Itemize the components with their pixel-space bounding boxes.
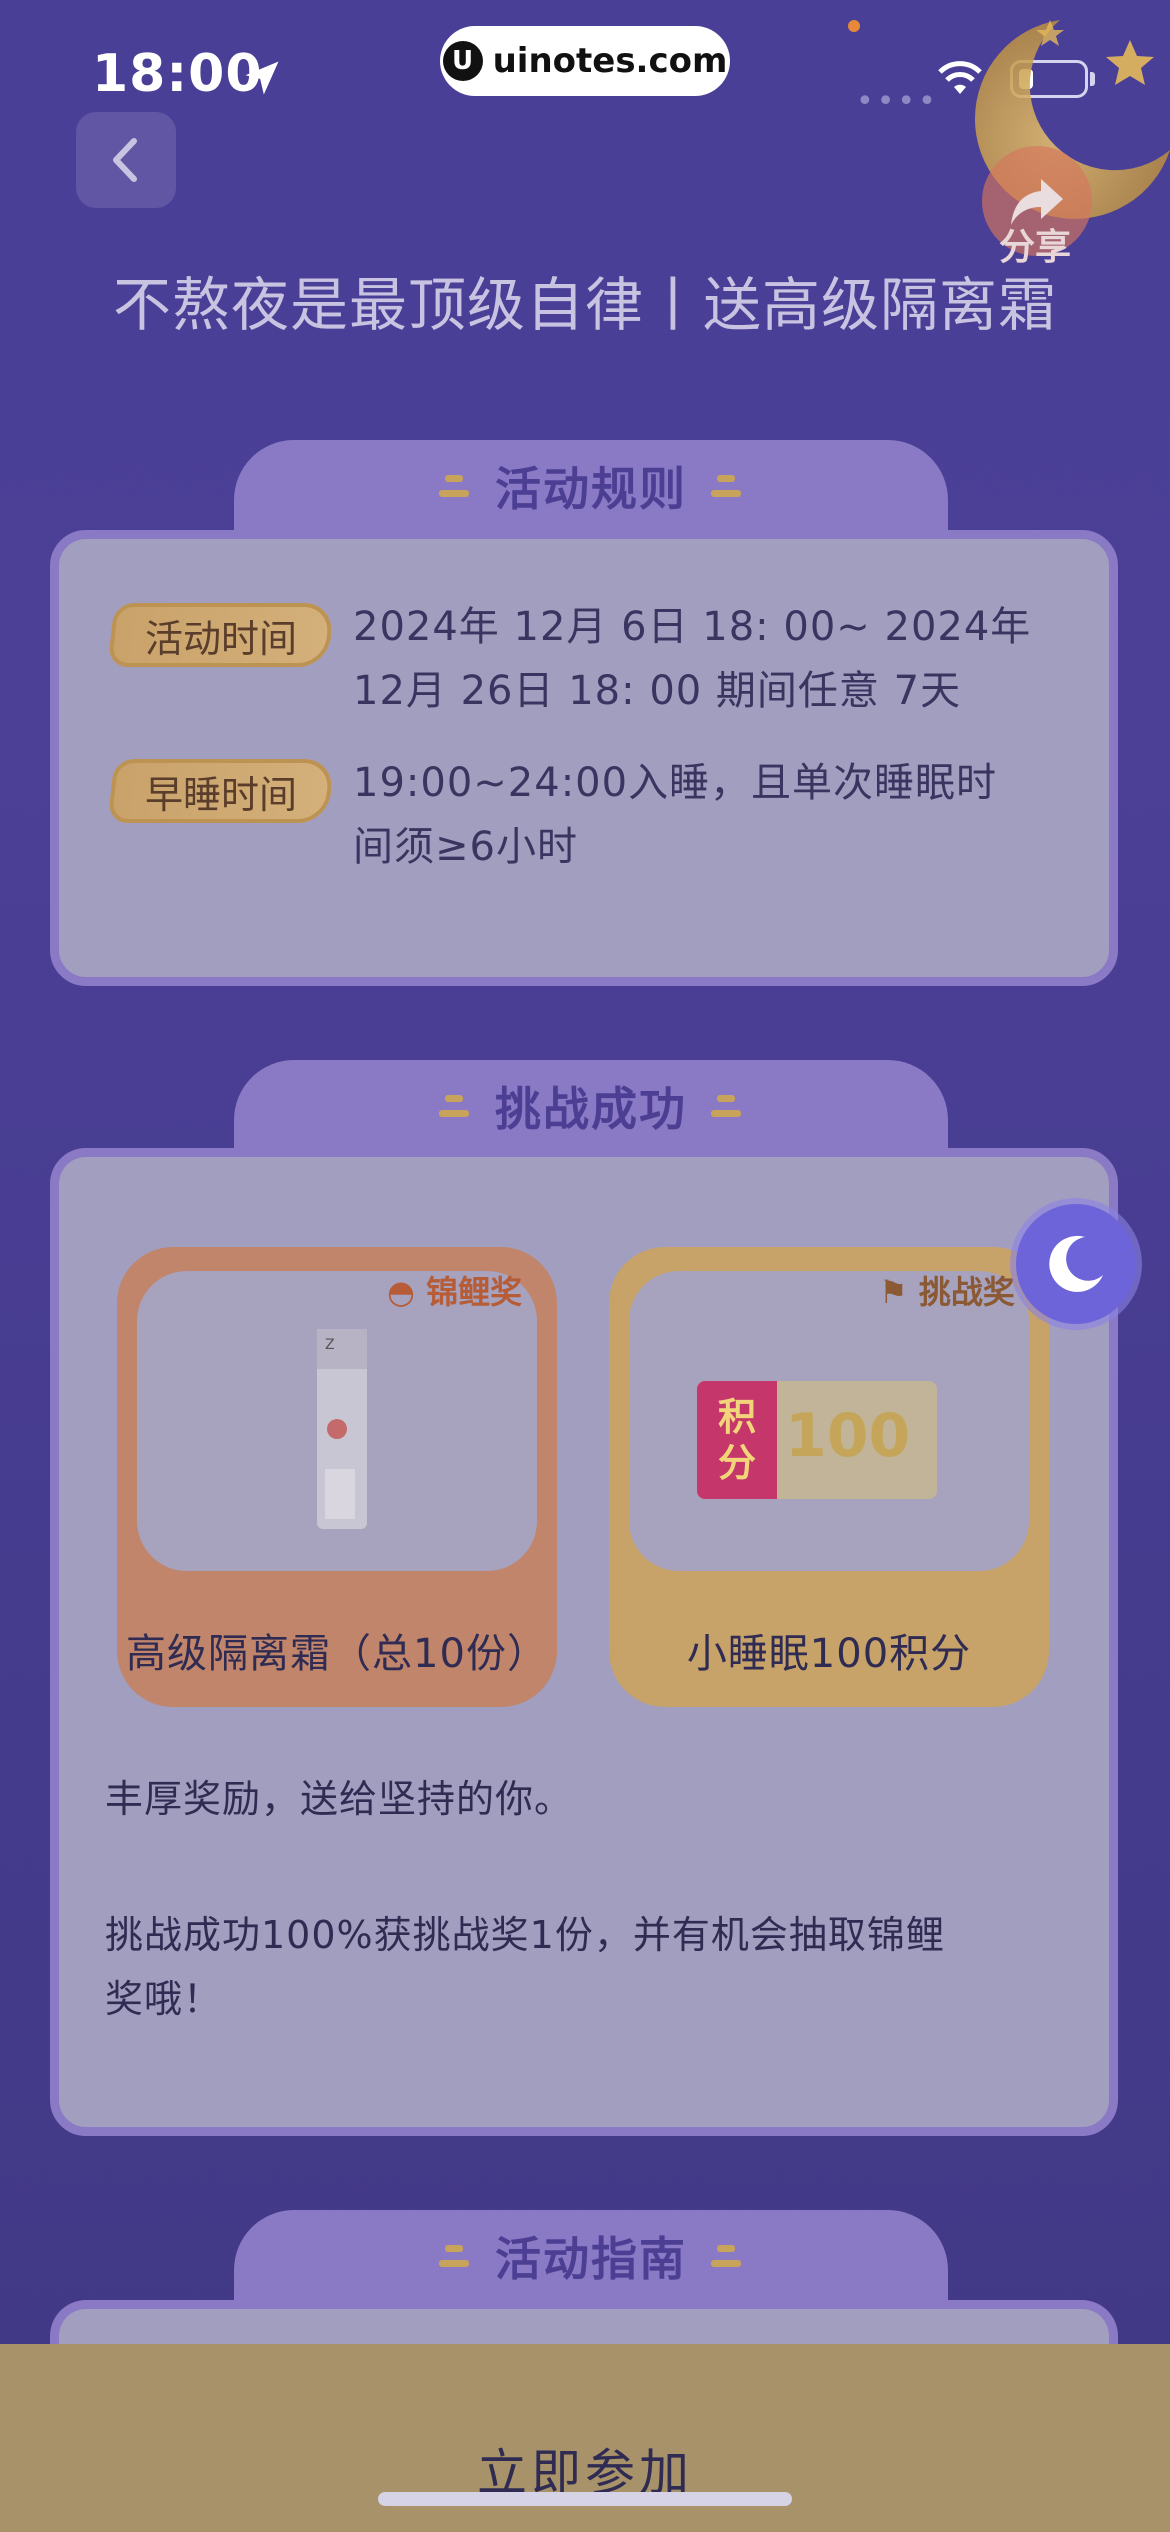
signal-dots-icon: •••• <box>856 84 939 119</box>
dash-left-icon <box>439 475 471 497</box>
prize-tag-challenge: ⚑ 挑战奖 <box>879 1267 1015 1313</box>
points-coupon-image: 积 分 100 <box>697 1381 937 1499</box>
challenge-desc-2-line2: 奖哦！ <box>105 1977 223 2021</box>
sleep-mode-button[interactable] <box>1016 1204 1136 1324</box>
rule-text-sleep-line1: 19:00~24:00入睡，且单次睡眠时 <box>353 760 998 806</box>
watermark: U uinotes.com <box>440 26 730 96</box>
location-arrow-icon <box>245 61 279 95</box>
guide-tab: 活动指南 <box>234 2210 948 2302</box>
dash-left-icon <box>439 1095 471 1117</box>
watermark-text: uinotes.com <box>492 41 728 81</box>
moon-icon <box>1049 1235 1103 1292</box>
rule-text-time: 2024年 12月 6日 18: 00~ 2024年 12月 26日 18: 0… <box>353 595 1031 723</box>
back-button[interactable] <box>76 112 176 208</box>
join-now-button[interactable]: 立即参加 <box>471 2406 699 2532</box>
rule-text-sleep: 19:00~24:00入睡，且单次睡眠时 间须≥6小时 <box>353 751 997 879</box>
rule-badge-sleep: 早睡时间 <box>107 759 335 823</box>
prize-image-frame: 积 分 100 <box>629 1271 1029 1571</box>
chevron-left-icon <box>113 138 137 182</box>
challenge-desc-2: 挑战成功100%获挑战奖1份，并有机会抽取锦鲤 奖哦！ <box>105 1903 945 2031</box>
guide-tab-label: 活动指南 <box>495 2232 687 2286</box>
prize-tag-koi-label: 锦鲤奖 <box>426 1273 523 1311</box>
rule-text-sleep-line2: 间须≥6小时 <box>353 824 578 870</box>
rule-text-time-line1: 2024年 12月 6日 18: 00~ 2024年 <box>353 604 1032 650</box>
dash-left-icon <box>439 2245 471 2267</box>
rule-badge-time-label: 活动时间 <box>144 616 297 661</box>
dash-right-icon <box>711 1095 743 1117</box>
rule-badge-sleep-label: 早睡时间 <box>144 772 297 817</box>
rule-text-time-line2: 12月 26日 18: 00 期间任意 7天 <box>353 668 962 714</box>
challenge-card: Z ◓ 锦鲤奖 高级隔离霜（总10份） 积 分 100 ⚑ 挑战奖 小睡眠100… <box>50 1148 1118 2136</box>
dash-right-icon <box>711 475 743 497</box>
status-time: 18:00 <box>92 44 263 104</box>
prize-tag-challenge-label: 挑战奖 <box>918 1273 1015 1311</box>
flag-icon: ⚑ <box>879 1273 908 1311</box>
rules-tab: 活动规则 <box>234 440 948 532</box>
challenge-desc-2-line1: 挑战成功100%获挑战奖1份，并有机会抽取锦鲤 <box>105 1913 945 1957</box>
prize-image-frame: Z <box>137 1271 537 1571</box>
orange-dot-decoration <box>848 20 860 32</box>
dash-right-icon <box>711 2245 743 2267</box>
challenge-desc-1: 丰厚奖励，送给坚持的你。 <box>105 1777 574 1821</box>
home-indicator <box>378 2492 792 2506</box>
sunscreen-tube-image: Z <box>317 1329 367 1529</box>
koi-fish-icon: ◓ <box>387 1273 415 1311</box>
svg-text:Z: Z <box>325 1337 335 1353</box>
rule-badge-time: 活动时间 <box>107 603 335 667</box>
prize-label-challenge: 小睡眠100积分 <box>686 1631 972 1677</box>
rules-tab-label: 活动规则 <box>495 462 687 516</box>
watermark-logo: U <box>442 41 483 81</box>
prize-card-challenge[interactable]: 积 分 100 ⚑ 挑战奖 小睡眠100积分 <box>609 1247 1049 1707</box>
prize-tag-koi: ◓ 锦鲤奖 <box>387 1267 522 1313</box>
challenge-tab-label: 挑战成功 <box>495 1082 687 1136</box>
prize-card-koi[interactable]: Z ◓ 锦鲤奖 高级隔离霜（总10份） <box>117 1247 557 1707</box>
coupon-value: 100 <box>785 1401 911 1471</box>
challenge-tab: 挑战成功 <box>234 1060 948 1152</box>
rules-card: 活动时间 2024年 12月 6日 18: 00~ 2024年 12月 26日 … <box>50 530 1118 986</box>
page-title: 不熬夜是最顶级自律丨送高级隔离霜 <box>112 271 1057 339</box>
prize-label-koi: 高级隔离霜（总10份） <box>126 1631 548 1677</box>
coupon-points-label: 积 分 <box>697 1381 777 1499</box>
